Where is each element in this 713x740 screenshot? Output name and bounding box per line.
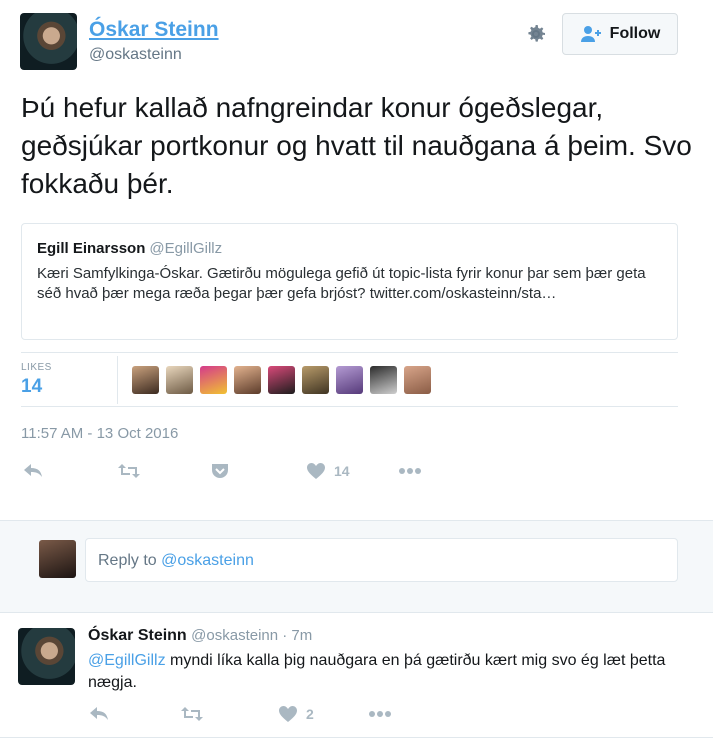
reply-like-button[interactable]: 2 bbox=[278, 703, 314, 725]
more-icon bbox=[369, 711, 391, 717]
follow-label: Follow bbox=[609, 25, 661, 42]
reply-author[interactable]: Óskar Steinn @oskasteinn · 7m bbox=[88, 627, 312, 645]
liker-avatar[interactable] bbox=[404, 366, 431, 394]
liker-avatar[interactable] bbox=[166, 366, 193, 394]
quoted-author-name: Egill Einarsson bbox=[37, 240, 146, 257]
quoted-tweet[interactable]: Egill Einarsson @EgillGillz Kæri Samfylki… bbox=[21, 223, 678, 340]
add-user-icon bbox=[580, 26, 601, 42]
more-button[interactable] bbox=[398, 460, 422, 482]
likes-count[interactable]: 14 bbox=[21, 376, 42, 398]
divider bbox=[117, 356, 118, 404]
reply-icon bbox=[24, 464, 42, 477]
reply-author-name: Óskar Steinn bbox=[88, 627, 187, 644]
like-button[interactable]: 14 bbox=[306, 460, 350, 482]
tweet-text: Þú hefur kallað nafngreindar konur ógeðs… bbox=[21, 92, 692, 199]
reply-placeholder: Reply to bbox=[98, 552, 162, 569]
author-avatar[interactable] bbox=[20, 13, 77, 70]
liker-avatar[interactable] bbox=[200, 366, 227, 394]
quoted-author-handle: @EgillGillz bbox=[149, 240, 223, 257]
viewer-avatar[interactable] bbox=[39, 540, 76, 578]
gear-icon[interactable] bbox=[524, 22, 548, 46]
more-icon bbox=[399, 468, 421, 474]
retweet-icon bbox=[118, 464, 140, 478]
pocket-icon bbox=[212, 464, 228, 478]
retweet-button[interactable] bbox=[117, 460, 141, 482]
reply-reply-button[interactable] bbox=[88, 703, 110, 725]
retweet-icon bbox=[181, 707, 203, 721]
likes-label: LIKES bbox=[21, 362, 52, 373]
quoted-text: Kæri Samfylkinga-Óskar. Gætirðu mögulega… bbox=[37, 265, 646, 302]
liker-avatar[interactable] bbox=[132, 366, 159, 394]
quoted-author: Egill Einarsson @EgillGillz bbox=[37, 240, 222, 257]
reply-mention[interactable]: @EgillGillz bbox=[88, 652, 166, 669]
divider bbox=[21, 406, 678, 407]
reply-author-avatar[interactable] bbox=[18, 628, 75, 685]
author-name[interactable]: Óskar Steinn bbox=[89, 18, 219, 42]
divider bbox=[0, 737, 713, 738]
reply-input[interactable]: Reply to @oskasteinn bbox=[85, 538, 678, 582]
heart-icon bbox=[279, 706, 297, 722]
author-handle[interactable]: @oskasteinn bbox=[89, 46, 182, 64]
like-count: 14 bbox=[334, 463, 350, 479]
reply-button[interactable] bbox=[22, 460, 44, 482]
reply-more-button[interactable] bbox=[368, 703, 392, 725]
divider bbox=[21, 352, 678, 353]
reply-placeholder-mention: @oskasteinn bbox=[161, 552, 254, 569]
liker-avatar[interactable] bbox=[302, 366, 329, 394]
liker-avatar[interactable] bbox=[336, 366, 363, 394]
reply-body: myndi líka kalla þig nauðgara en þá gæti… bbox=[88, 652, 666, 691]
reply-retweet-button[interactable] bbox=[180, 703, 204, 725]
reply-like-count: 2 bbox=[306, 706, 314, 722]
liker-avatar[interactable] bbox=[234, 366, 261, 394]
reply-handle-time: @oskasteinn · 7m bbox=[191, 627, 313, 644]
liker-avatar[interactable] bbox=[370, 366, 397, 394]
tweet-timestamp[interactable]: 11:57 AM - 13 Oct 2016 bbox=[21, 425, 178, 442]
liker-avatar[interactable] bbox=[268, 366, 295, 394]
reply-text: @EgillGillz myndi líka kalla þig nauðgar… bbox=[88, 650, 668, 694]
follow-button[interactable]: Follow bbox=[562, 13, 678, 55]
heart-icon bbox=[307, 463, 325, 479]
save-button[interactable] bbox=[210, 460, 230, 482]
reply-icon bbox=[90, 707, 108, 720]
